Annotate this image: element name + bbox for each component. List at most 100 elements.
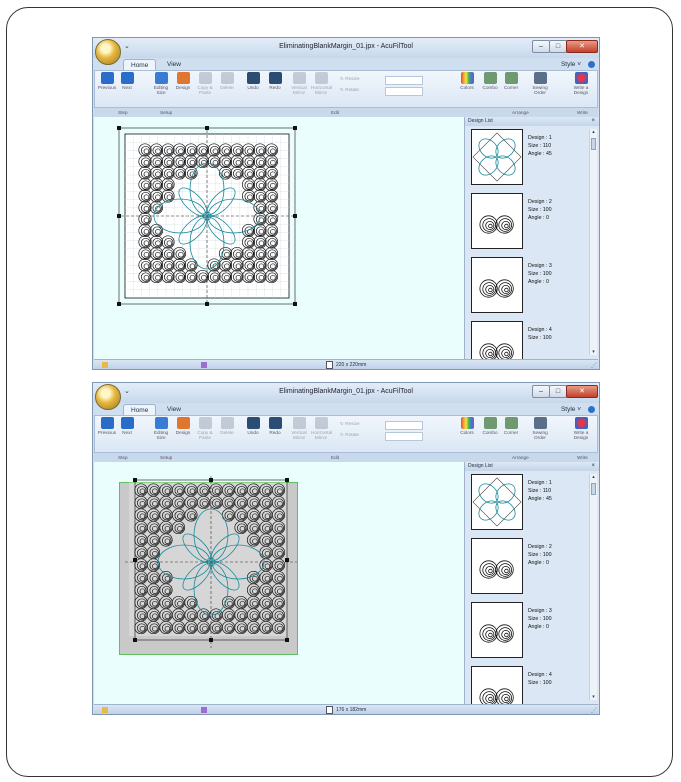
resize-handle[interactable] (117, 126, 121, 130)
scroll-down-icon[interactable]: ▾ (590, 694, 597, 700)
design-design-text: Design : 1 (528, 480, 552, 486)
undo-button[interactable]: Undo (243, 72, 263, 90)
resize-handle[interactable] (133, 478, 137, 482)
horizontal-mirror-button[interactable]: Horizontal Mirror (311, 72, 332, 95)
design-list-close-icon[interactable]: × (591, 462, 595, 471)
delete-button[interactable]: Delete (217, 417, 237, 435)
design-button[interactable]: Design (173, 72, 193, 90)
editing-size-button[interactable]: Editing Size (151, 72, 171, 95)
scroll-down-icon[interactable]: ▾ (590, 349, 597, 355)
resize-handle[interactable] (209, 478, 213, 482)
design-list-item[interactable]: Design : 1 Size : 110 Angle : 45 (471, 129, 583, 185)
design-list-item[interactable]: Design : 3 Size : 100 Angle : 0 (471, 257, 583, 313)
redo-button[interactable]: Redo (265, 417, 285, 435)
rotate-input[interactable] (385, 432, 423, 441)
close-button[interactable]: ✕ (566, 385, 598, 398)
delete-button[interactable]: Delete (217, 72, 237, 90)
tab-view[interactable]: View (160, 59, 188, 70)
design-block[interactable] (117, 126, 297, 306)
tab-view[interactable]: View (160, 404, 188, 415)
application-menu-button[interactable] (95, 384, 121, 410)
design-canvas[interactable] (94, 462, 465, 704)
style-menu[interactable]: Style ˅ (561, 404, 581, 415)
sewing-order-button[interactable]: Sewing Order (528, 417, 552, 440)
application-menu-button[interactable] (95, 39, 121, 65)
resize-handle[interactable] (133, 558, 137, 562)
resize-handle[interactable] (133, 638, 137, 642)
sewing-order-button[interactable]: Sewing Order (528, 72, 552, 95)
write-a-design-button[interactable]: Write a Design (569, 417, 593, 440)
resize-input[interactable] (385, 76, 423, 85)
previous-button[interactable]: Previous (97, 417, 117, 435)
resize-grip-icon[interactable]: ⋰ (591, 707, 597, 714)
resize-handle[interactable] (293, 214, 297, 218)
undo-button[interactable]: Undo (243, 417, 263, 435)
design-list-scrollbar[interactable]: ▴ ▾ (589, 129, 597, 355)
resize-handle[interactable] (209, 638, 213, 642)
resize-input[interactable] (385, 421, 423, 430)
hoop-size-indicator: 220 x 220mm (326, 360, 366, 369)
folder-icon[interactable] (102, 707, 108, 713)
corner-button[interactable]: Corner (499, 417, 523, 435)
style-menu[interactable]: Style ˅ (561, 59, 581, 70)
scroll-thumb[interactable] (591, 138, 596, 150)
palette-icon[interactable] (201, 707, 207, 713)
resize-grip-icon[interactable]: ⋰ (591, 362, 597, 369)
horizontal-mirror-icon (314, 72, 328, 84)
previous-button[interactable]: Previous (97, 72, 117, 90)
vertical-mirror-button[interactable]: Vertical Mirror (289, 72, 309, 95)
copy-paste-button[interactable]: Copy & Paste (195, 417, 215, 440)
next-button[interactable]: Next (117, 417, 137, 435)
design-list-item[interactable]: Design : 1 Size : 110 Angle : 45 (471, 474, 583, 530)
rotate-input[interactable] (385, 87, 423, 96)
design-canvas[interactable] (94, 117, 465, 359)
colors-button[interactable]: Colors (455, 417, 479, 435)
arrow-right-icon (120, 417, 134, 429)
resize-handle[interactable] (117, 214, 121, 218)
copy-paste-button[interactable]: Copy & Paste (195, 72, 215, 95)
editing-size-button[interactable]: Editing Size (151, 417, 171, 440)
folder-icon[interactable] (102, 362, 108, 368)
design-block[interactable] (121, 472, 301, 652)
editing-size-icon (154, 72, 168, 84)
next-button[interactable]: Next (117, 72, 137, 90)
quick-access-toolbar[interactable]: ⌄ (124, 42, 130, 50)
vertical-mirror-button[interactable]: Vertical Mirror (289, 417, 309, 440)
close-button[interactable]: ✕ (566, 40, 598, 53)
write-a-design-button[interactable]: Write a Design (569, 72, 593, 95)
minimize-button[interactable]: – (532, 385, 550, 398)
scroll-up-icon[interactable]: ▴ (590, 129, 597, 135)
design-list-item[interactable]: Design : 2 Size : 100 Angle : 0 (471, 193, 583, 249)
scroll-up-icon[interactable]: ▴ (590, 474, 597, 480)
resize-handle[interactable] (117, 302, 121, 306)
resize-handle[interactable] (285, 558, 289, 562)
help-icon[interactable] (588, 61, 595, 68)
palette-icon[interactable] (201, 362, 207, 368)
resize-handle[interactable] (293, 302, 297, 306)
combo-icon (483, 72, 497, 84)
button-label: Vertical Mirror (291, 85, 307, 95)
resize-handle[interactable] (285, 478, 289, 482)
design-list-item[interactable]: Design : 2 Size : 100 Angle : 0 (471, 538, 583, 594)
design-list-item[interactable]: Design : 3 Size : 100 Angle : 0 (471, 602, 583, 658)
resize-handle[interactable] (293, 126, 297, 130)
quick-access-toolbar[interactable]: ⌄ (124, 387, 130, 395)
scroll-thumb[interactable] (591, 483, 596, 495)
redo-button[interactable]: Redo (265, 72, 285, 90)
horizontal-mirror-button[interactable]: Horizontal Mirror (311, 417, 333, 440)
colors-button[interactable]: Colors (455, 72, 479, 90)
design-button[interactable]: Design (173, 417, 193, 435)
help-icon[interactable] (588, 406, 595, 413)
minimize-button[interactable]: – (532, 40, 550, 53)
resize-handle[interactable] (285, 638, 289, 642)
corner-button[interactable]: Corner (499, 72, 523, 90)
button-label: Horizontal Mirror (311, 430, 333, 440)
colors-icon (460, 72, 474, 84)
maximize-button[interactable]: □ (549, 385, 567, 398)
resize-handle[interactable] (205, 126, 209, 130)
design-list-close-icon[interactable]: × (591, 117, 595, 126)
button-label: Colors (460, 85, 474, 90)
design-list-scrollbar[interactable]: ▴ ▾ (589, 474, 597, 700)
resize-handle[interactable] (205, 302, 209, 306)
maximize-button[interactable]: □ (549, 40, 567, 53)
